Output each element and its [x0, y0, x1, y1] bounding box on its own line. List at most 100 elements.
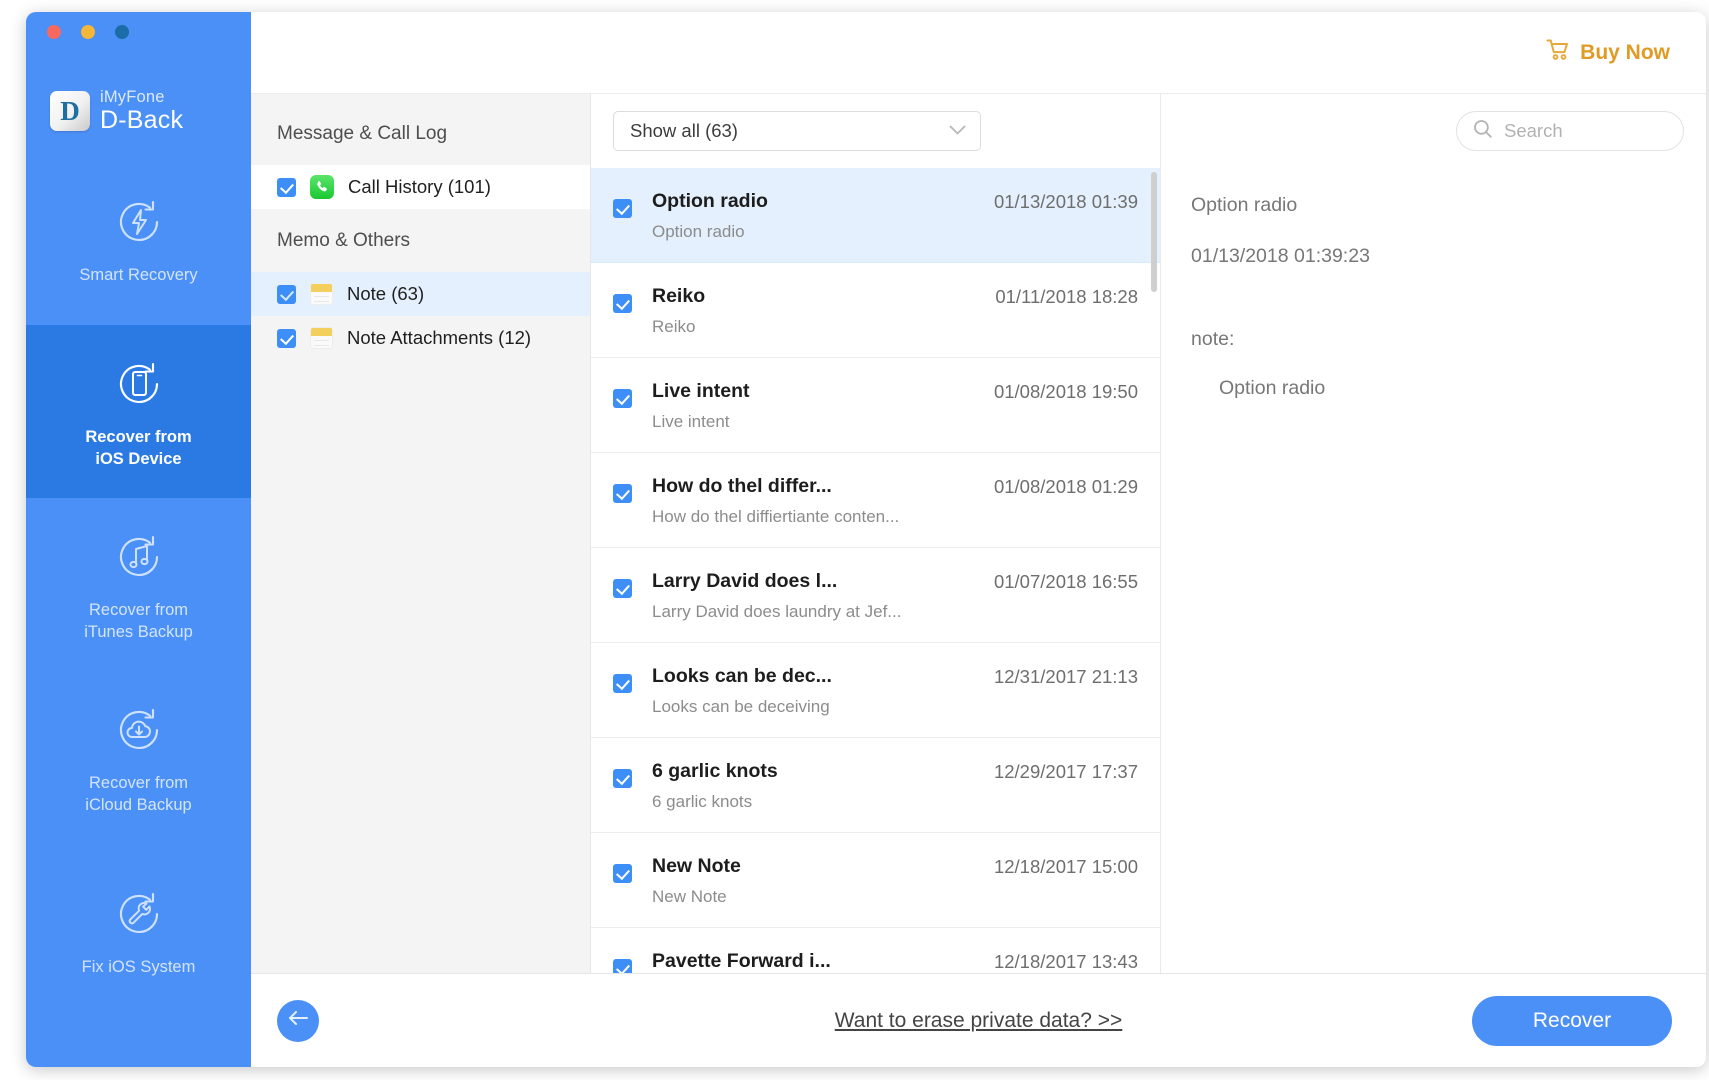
note-row-preview: Option radio	[652, 222, 745, 241]
note-list-row[interactable]: New Note New Note 12/18/2017 15:00	[591, 833, 1160, 928]
note-list-row[interactable]: Reiko Reiko 01/11/2018 18:28	[591, 263, 1160, 358]
note-row-date: 01/13/2018 01:39	[993, 191, 1138, 212]
note-row-date: 12/31/2017 21:13	[993, 666, 1138, 687]
note-row-checkbox[interactable]	[613, 674, 632, 693]
note-row-preview: New Note	[652, 887, 727, 906]
sidebar-item-recover-from-icloud-backup[interactable]: Recover from iCloud Backup	[26, 671, 251, 844]
footer-bar: Want to erase private data? >> Recover	[251, 973, 1706, 1067]
detail-date: 01/13/2018 01:39:23	[1191, 245, 1370, 267]
sidebar-item-label: Fix iOS System	[81, 957, 196, 976]
category-item-note[interactable]: Note (63)	[251, 272, 590, 316]
note-row-checkbox[interactable]	[613, 294, 632, 313]
note-row-preview: Looks can be deceiving	[652, 697, 830, 716]
note-icon	[310, 283, 333, 305]
sidebar-item-recover-from-ios-device[interactable]: Recover from iOS Device	[26, 325, 251, 498]
chevron-down-icon	[949, 123, 966, 140]
brand-company: iMyFone	[100, 87, 165, 106]
note-row-checkbox[interactable]	[613, 199, 632, 218]
note-row-date: 12/29/2017 17:37	[993, 761, 1138, 782]
note-list-row[interactable]: Looks can be dec... Looks can be deceivin…	[591, 643, 1160, 738]
note-row-title: New Note	[652, 855, 741, 877]
category-checkbox[interactable]	[277, 177, 296, 197]
note-list-row[interactable]: Option radio Option radio 01/13/2018 01:39	[591, 168, 1160, 263]
note-row-checkbox[interactable]	[613, 484, 632, 503]
show-all-dropdown-value: Show all (63)	[630, 120, 738, 141]
note-row-checkbox[interactable]	[613, 579, 632, 598]
list-scrollbar-thumb[interactable]	[1151, 172, 1157, 292]
sidebar-item-label: Recover from iOS Device	[85, 428, 192, 468]
shopping-cart-icon	[1546, 38, 1571, 67]
sidebar: D iMyFone D-Back Smart Recovery Recover …	[26, 12, 251, 1067]
phone-icon	[310, 175, 334, 199]
note-row-date: 01/11/2018 18:28	[995, 286, 1138, 307]
close-button[interactable]	[47, 25, 61, 39]
note-row-text: Looks can be dec... Looks can be deceivin…	[652, 665, 980, 717]
category-item-label: Note Attachments (12)	[347, 327, 532, 348]
category-item-label: Call History (101)	[348, 176, 491, 197]
maximize-button[interactable]	[115, 25, 129, 39]
note-row-date: 01/07/2018 16:55	[993, 571, 1138, 592]
sidebar-item-smart-recovery[interactable]: Smart Recovery	[26, 152, 251, 325]
category-item-note-attachments[interactable]: Note Attachments (12)	[251, 316, 590, 360]
note-row-text: Pavette Forward i...	[652, 950, 980, 973]
category-panel: Message & Call Log Call History (101) Me…	[251, 94, 591, 973]
note-row-title: Larry David does l...	[652, 570, 838, 592]
note-row-checkbox[interactable]	[613, 769, 632, 788]
note-row-preview: Reiko	[652, 317, 696, 336]
list-toolbar: Show all (63)	[591, 94, 1160, 168]
brand-product: D-Back	[100, 106, 184, 135]
wrench-refresh-icon	[108, 883, 170, 945]
sidebar-item-label: Recover from iTunes Backup	[84, 601, 193, 641]
note-row-title: Pavette Forward i...	[652, 950, 831, 972]
detail-panel: Option radio 01/13/2018 01:39:23 note: O…	[1161, 94, 1706, 973]
category-checkbox[interactable]	[277, 284, 296, 304]
note-list-row[interactable]: Pavette Forward i... 12/18/2017 13:43	[591, 928, 1160, 973]
cloud-download-refresh-icon	[108, 699, 170, 761]
note-row-preview: Live intent	[652, 412, 730, 431]
app-logo-icon: D	[50, 91, 90, 131]
show-all-dropdown[interactable]: Show all (63)	[613, 111, 981, 151]
note-list-row[interactable]: Larry David does l... Larry David does la…	[591, 548, 1160, 643]
recover-button[interactable]: Recover	[1472, 995, 1672, 1046]
detail-title: Option radio	[1191, 194, 1298, 216]
top-bar: Buy Now	[251, 12, 1706, 94]
sidebar-item-fix-ios-system[interactable]: Fix iOS System	[26, 844, 251, 1017]
note-row-date: 12/18/2017 15:00	[993, 856, 1138, 877]
category-item-call-history[interactable]: Call History (101)	[251, 165, 590, 209]
search-input[interactable]	[1504, 120, 1667, 142]
note-row-checkbox[interactable]	[613, 389, 632, 408]
note-row-preview: How do thel diffiertiante conten...	[652, 507, 900, 526]
content-body: Message & Call Log Call History (101) Me…	[251, 94, 1706, 973]
note-row-text: Live intent Live intent	[652, 380, 980, 432]
note-row-date: 01/08/2018 19:50	[993, 381, 1138, 402]
note-row-checkbox[interactable]	[613, 959, 632, 973]
note-row-title: Live intent	[652, 380, 750, 402]
app-brand: D iMyFone D-Back	[26, 52, 251, 152]
main-area: Buy Now Message & Call Log Call History …	[251, 12, 1706, 1067]
bolt-refresh-icon	[108, 191, 170, 253]
note-row-date: 12/18/2017 13:43	[993, 951, 1138, 972]
note-row-text: Reiko Reiko	[652, 285, 981, 337]
music-refresh-icon	[108, 526, 170, 588]
note-row-checkbox[interactable]	[613, 864, 632, 883]
note-list-row[interactable]: 6 garlic knots 6 garlic knots 12/29/2017 1…	[591, 738, 1160, 833]
note-row-preview: 6 garlic knots	[652, 792, 753, 811]
note-row-title: Looks can be dec...	[652, 665, 832, 687]
search-box[interactable]	[1456, 111, 1684, 151]
sidebar-item-recover-from-itunes-backup[interactable]: Recover from iTunes Backup	[26, 498, 251, 671]
note-list-row[interactable]: Live intent Live intent 01/08/2018 19:50	[591, 358, 1160, 453]
note-row-text: Option radio Option radio	[652, 190, 980, 242]
minimize-button[interactable]	[81, 25, 95, 39]
note-row-title: Reiko	[652, 285, 706, 307]
note-row-preview: Larry David does laundry at Jef...	[652, 602, 902, 621]
category-checkbox[interactable]	[277, 328, 296, 348]
search-icon	[1473, 119, 1493, 144]
note-row-title: How do thel differ...	[652, 475, 832, 497]
sidebar-item-label: Smart Recovery	[79, 265, 198, 284]
note-attachment-icon	[310, 327, 333, 349]
buy-now-button[interactable]: Buy Now	[1546, 38, 1670, 67]
note-list-row[interactable]: How do thel differ... How do thel diffier…	[591, 453, 1160, 548]
note-row-date: 01/08/2018 01:29	[993, 476, 1138, 497]
list-scrollbar[interactable]	[1151, 168, 1158, 973]
note-list[interactable]: Option radio Option radio 01/13/2018 01:39…	[591, 168, 1160, 973]
